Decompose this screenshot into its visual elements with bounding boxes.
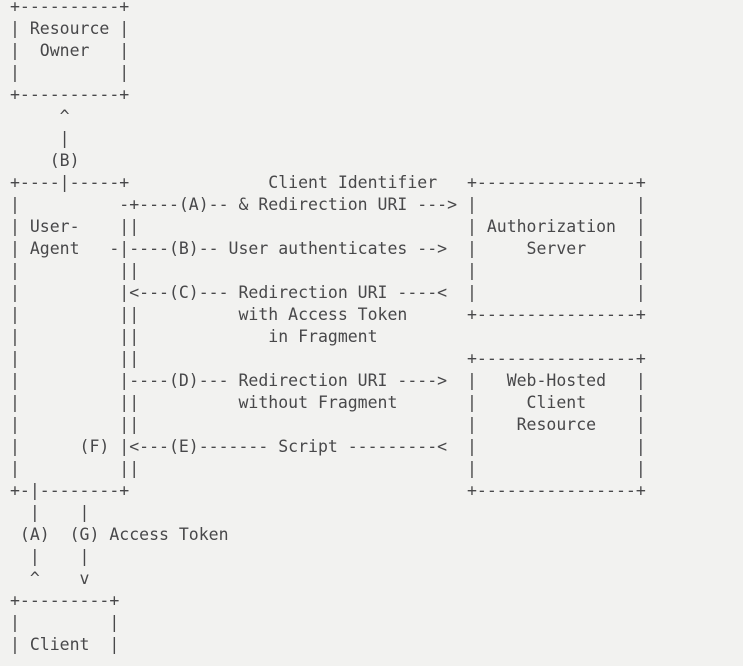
ascii-art-diagram: +----------+ | Resource | | Owner | | | … — [10, 0, 646, 654]
